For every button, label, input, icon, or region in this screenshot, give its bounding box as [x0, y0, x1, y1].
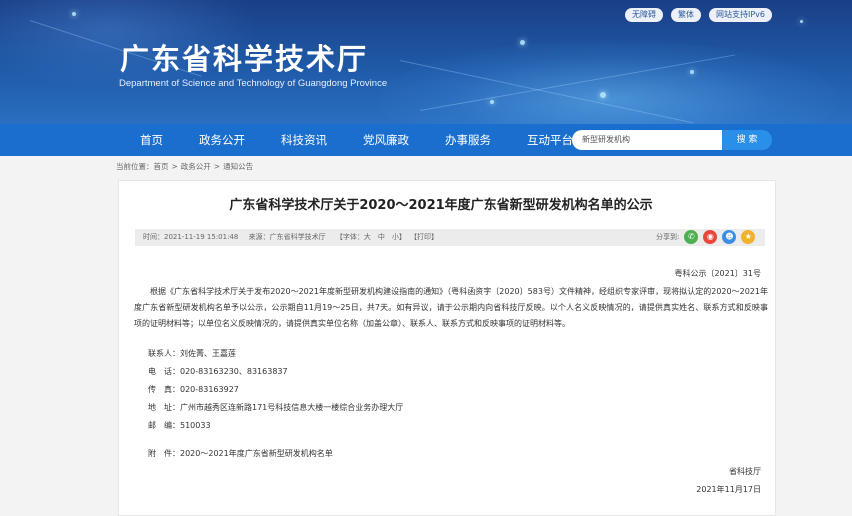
banner-light-dot — [690, 70, 694, 74]
font-size-control[interactable]: 【字体：大 中 小】 — [336, 233, 406, 241]
share-label: 分享到: — [656, 233, 680, 241]
article-title: 广东省科学技术厅关于2020～2021年度广东省新型研发机构名单的公示 — [229, 198, 653, 213]
publish-time: 时间：2021-11-19 15:01:48 — [143, 233, 239, 241]
accessibility-link[interactable]: 无障碍 — [624, 8, 663, 22]
contact-postcode: 邮 编：510033 — [148, 421, 211, 430]
breadcrumb-separator: > — [213, 162, 221, 171]
qq-icon[interactable]: ☻ — [722, 230, 737, 244]
nav-item-home[interactable]: 首页 — [140, 124, 163, 156]
nav-item-party-integrity[interactable]: 党风廉政 — [363, 124, 409, 156]
banner-light-dot — [72, 12, 76, 16]
publish-date: 2021年11月17日 — [696, 485, 761, 494]
qzone-icon[interactable]: ★ — [741, 230, 756, 244]
print-link[interactable]: 【打印】 — [410, 233, 438, 241]
share-bar: 分享到: ✆ ◉ ☻ ★ — [656, 230, 756, 244]
search-input[interactable]: 新型研发机构 — [572, 130, 722, 150]
breadcrumb-item-notices[interactable]: 通知公告 — [223, 162, 253, 171]
header-banner: 广东省科学技术厅 Department of Science and Techn… — [0, 0, 852, 124]
article-body: 根据《广东省科学技术厅关于发布2020～2021年度新型研发机构建设指南的通知》… — [134, 287, 768, 328]
breadcrumb-separator: > — [171, 162, 178, 171]
search-button[interactable]: 搜 索 — [722, 130, 772, 150]
nav-item-interaction[interactable]: 互动平台 — [527, 124, 573, 156]
nav-item-government-affairs[interactable]: 政务公开 — [199, 124, 245, 156]
contact-person: 联系人：刘佐菁、王嘉莲 — [148, 349, 236, 358]
nav-item-services[interactable]: 办事服务 — [445, 124, 491, 156]
weibo-icon[interactable]: ◉ — [703, 230, 718, 244]
nav-item-tech-news[interactable]: 科技资讯 — [281, 124, 327, 156]
traditional-chinese-link[interactable]: 繁体 — [670, 8, 701, 22]
wechat-icon[interactable]: ✆ — [684, 230, 699, 244]
signature: 省科技厅 — [729, 467, 761, 476]
site-title: 广东省科学技术厅 — [120, 42, 369, 76]
breadcrumb-prefix: 当前位置： — [116, 162, 154, 171]
contact-phone: 电 话：020-83163230、83163837 — [148, 367, 288, 376]
banner-light-dot — [490, 100, 494, 104]
ipv6-badge[interactable]: 网站支持IPv6 — [708, 8, 772, 22]
breadcrumb: 当前位置：首页 > 政务公开 > 通知公告 — [116, 161, 256, 172]
attachment-link[interactable]: 附 件：2020～2021年度广东省新型研发机构名单 — [148, 448, 333, 459]
banner-glow — [380, 40, 840, 124]
banner-light-dot — [520, 40, 525, 45]
contact-address: 地 址：广州市越秀区连新路171号科技信息大楼一楼综合业务办理大厅 — [148, 403, 404, 412]
top-links: 无障碍 繁体 网站支持IPv6 — [624, 8, 772, 22]
contact-fax: 传 真：020-83163927 — [148, 385, 239, 394]
banner-light-dot — [800, 20, 803, 23]
article-source: 来源：广东省科学技术厅 — [248, 233, 326, 241]
site-subtitle: Department of Science and Technology of … — [119, 78, 388, 89]
breadcrumb-item-home[interactable]: 首页 — [154, 162, 169, 171]
document-number: 粤科公示〔2021〕31号 — [674, 269, 761, 278]
banner-light-dot — [600, 92, 606, 98]
breadcrumb-item-government-affairs[interactable]: 政务公开 — [181, 162, 211, 171]
